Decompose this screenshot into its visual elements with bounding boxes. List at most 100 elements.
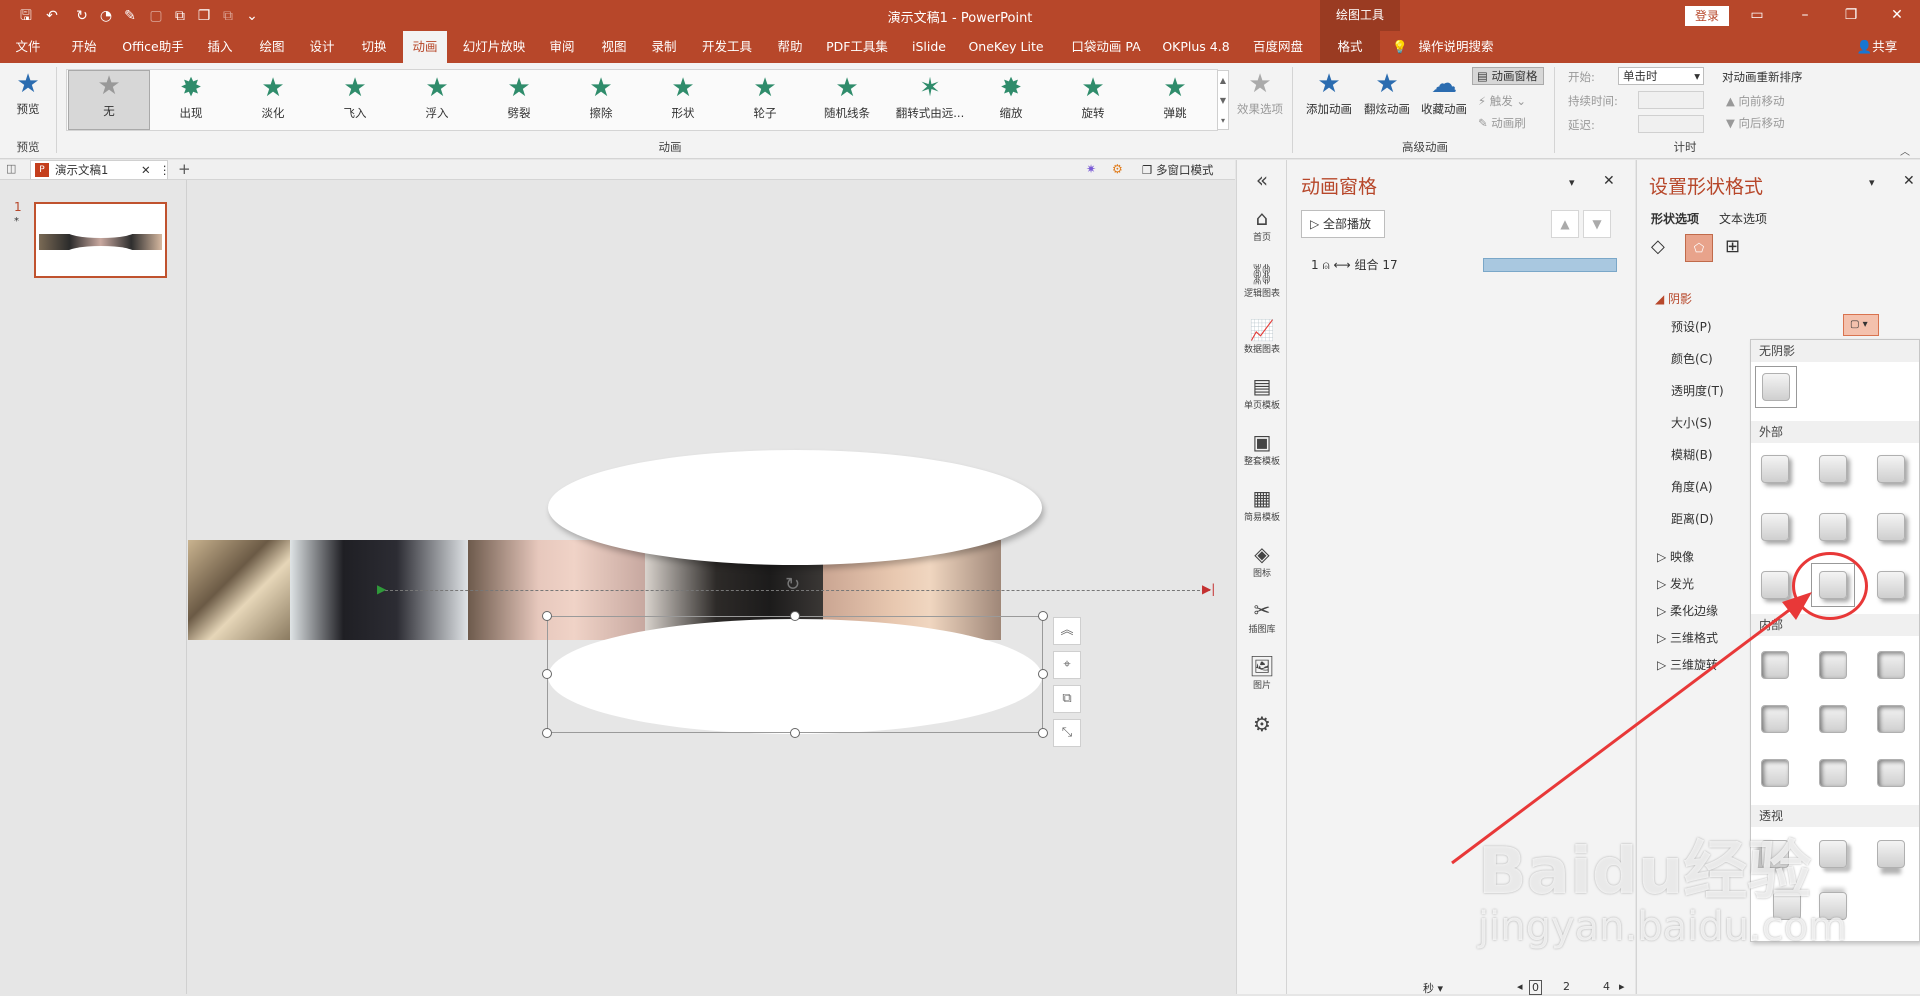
ribbon-display-icon[interactable]: ▭	[1742, 4, 1772, 26]
tab-baidu-netdisk[interactable]: 百度网盘	[1248, 31, 1308, 63]
float-layer-button[interactable]: ⧉	[1053, 685, 1081, 713]
save-icon[interactable]: 🖫	[16, 6, 36, 26]
timeline-bar[interactable]	[1483, 258, 1617, 272]
close-pane-icon[interactable]: ✕	[1903, 173, 1915, 189]
float-resize-button[interactable]: ⤡	[1053, 719, 1081, 747]
side-pictures[interactable]: 🖼 图片	[1237, 654, 1287, 691]
tab-list-icon[interactable]: ◫	[6, 162, 16, 175]
select-icon[interactable]: ⧉	[170, 6, 190, 26]
effect-fade[interactable]: ★ 淡化	[242, 73, 304, 121]
effect-split[interactable]: ★ 劈裂	[488, 73, 550, 121]
trigger-button[interactable]: ⚡ 触发 ⌄	[1478, 93, 1526, 109]
tab-home[interactable]: 开始	[64, 31, 104, 63]
move-up-button[interactable]: ▲	[1551, 210, 1579, 238]
effect-flip-in[interactable]: ✶ 翻转式由远...	[890, 73, 970, 121]
delay-input[interactable]	[1638, 115, 1704, 133]
shadow-preset-none[interactable]	[1762, 373, 1790, 401]
maximize-icon[interactable]: ❐	[1836, 4, 1866, 26]
tab-transitions[interactable]: 切换	[354, 31, 394, 63]
pane-options-icon[interactable]: ▾	[1869, 176, 1875, 189]
effect-options-button[interactable]: ★ 效果选项	[1236, 69, 1284, 117]
close-tab-icon[interactable]: ✕	[141, 161, 151, 179]
side-full-template[interactable]: ▣ 整套模板	[1237, 430, 1287, 467]
animation-painter-button[interactable]: ✎ 动画刷	[1478, 115, 1526, 131]
effect-fly-in[interactable]: ★ 飞入	[324, 73, 386, 121]
collapse-ribbon-icon[interactable]: ︿	[1900, 143, 1910, 158]
shadow-preset-outer[interactable]	[1877, 571, 1905, 599]
shadow-preset-outer[interactable]	[1877, 513, 1905, 541]
tab-design[interactable]: 设计	[304, 31, 340, 63]
shadow-preset-outer[interactable]	[1761, 513, 1789, 541]
fill-line-icon[interactable]: ◇	[1651, 236, 1665, 257]
ruler-arrow-left[interactable]: ◂	[1517, 980, 1523, 993]
share-button[interactable]: 👤共享	[1850, 31, 1904, 63]
tab-okplus[interactable]: OKPlus 4.8	[1160, 31, 1232, 63]
tab-shape-options[interactable]: 形状选项	[1651, 210, 1699, 227]
tab-animations[interactable]: 动画	[403, 31, 447, 63]
ruler-arrow-right[interactable]: ▸	[1619, 980, 1625, 993]
animation-pane-button[interactable]: ▤ 动画窗格	[1472, 67, 1544, 85]
plugin-icon[interactable]: ✷	[1086, 162, 1096, 176]
effects-icon[interactable]: ⬠	[1685, 234, 1713, 262]
multi-window-button[interactable]: ❐ 多窗口模式	[1142, 162, 1213, 178]
effect-float-in[interactable]: ★ 浮入	[406, 73, 468, 121]
redo-icon[interactable]: ↻	[72, 6, 92, 26]
shadow-preset-perspective[interactable]	[1819, 840, 1847, 868]
play-all-button[interactable]: ▷ 全部播放	[1301, 210, 1385, 238]
effect-wheel[interactable]: ★ 轮子	[734, 73, 796, 121]
resize-handle[interactable]	[1038, 728, 1048, 738]
tab-record[interactable]: 录制	[644, 31, 684, 63]
duration-input[interactable]	[1638, 91, 1704, 109]
tab-file[interactable]: 文件	[10, 31, 46, 63]
side-simple-template[interactable]: ▦ 简易模板	[1237, 486, 1287, 523]
size-properties-icon[interactable]: ⊞	[1725, 236, 1740, 257]
side-home[interactable]: ⌂ 首页	[1237, 206, 1287, 243]
add-animation-button[interactable]: ★ 添加动画	[1302, 69, 1356, 117]
minimize-icon[interactable]: –	[1790, 4, 1820, 26]
side-logic-chart[interactable]: ⛓ 逻辑图表	[1237, 262, 1287, 299]
gallery-scroll[interactable]: ▲ ▼ ▾	[1217, 70, 1229, 130]
preset-dropdown[interactable]: ▢ ▾	[1843, 314, 1879, 336]
tab-help[interactable]: 帮助	[770, 31, 810, 63]
side-data-chart[interactable]: 📈 数据图表	[1237, 318, 1287, 355]
tell-me-search[interactable]: 操作说明搜索	[1416, 31, 1496, 63]
settings-gear-icon[interactable]: ⚙	[1112, 162, 1123, 176]
tab-slideshow[interactable]: 幻灯片放映	[458, 31, 530, 63]
resize-handle[interactable]	[790, 611, 800, 621]
tab-office-helper[interactable]: Office助手	[118, 31, 188, 63]
tab-view[interactable]: 视图	[594, 31, 634, 63]
shadow-preset-outer[interactable]	[1877, 455, 1905, 483]
tab-pocket-animation[interactable]: 口袋动画 PA	[1066, 31, 1146, 63]
resize-handle[interactable]	[1038, 611, 1048, 621]
shadow-preset-inner[interactable]	[1819, 705, 1847, 733]
tab-review[interactable]: 审阅	[542, 31, 582, 63]
shadow-preset-perspective[interactable]	[1877, 840, 1905, 868]
resize-handle[interactable]	[542, 611, 552, 621]
tab-text-options[interactable]: 文本选项	[1719, 210, 1767, 227]
slide-thumbnail[interactable]	[34, 202, 167, 278]
tab-islide[interactable]: iSlide	[904, 31, 954, 63]
rotate-handle-icon[interactable]: ↻	[785, 574, 800, 595]
side-single-template[interactable]: ▤ 单页模板	[1237, 374, 1287, 411]
tab-developer[interactable]: 开发工具	[696, 31, 758, 63]
reflection-section[interactable]: ▷ 映像	[1657, 548, 1694, 565]
effect-swivel[interactable]: ★ 旋转	[1062, 73, 1124, 121]
customize-quick-access-icon[interactable]: ⌄	[242, 6, 262, 26]
effect-wipe[interactable]: ★ 擦除	[570, 73, 632, 121]
format-painter-icon[interactable]: ✎	[120, 6, 140, 26]
resize-handle[interactable]	[1038, 669, 1048, 679]
shadow-preset-inner[interactable]	[1877, 651, 1905, 679]
new-tab-icon[interactable]: +	[178, 160, 191, 178]
float-align-button[interactable]: ⌖	[1053, 651, 1081, 679]
effect-appear[interactable]: ✸ 出现	[160, 73, 222, 121]
effect-bounce[interactable]: ★ 弹跳	[1144, 73, 1206, 121]
tab-insert[interactable]: 插入	[202, 31, 238, 63]
tab-onekey-lite[interactable]: OneKey Lite	[966, 31, 1046, 63]
start-from-beginning-icon[interactable]: ◔	[96, 6, 116, 26]
shadow-preset-inner[interactable]	[1877, 705, 1905, 733]
close-icon[interactable]: ✕	[1882, 4, 1912, 26]
move-earlier-button[interactable]: ▲ 向前移动	[1726, 93, 1785, 109]
shadow-preset-outer[interactable]	[1819, 513, 1847, 541]
effect-zoom[interactable]: ✸ 缩放	[980, 73, 1042, 121]
favorite-animation-button[interactable]: ☁ 收藏动画	[1416, 69, 1472, 117]
